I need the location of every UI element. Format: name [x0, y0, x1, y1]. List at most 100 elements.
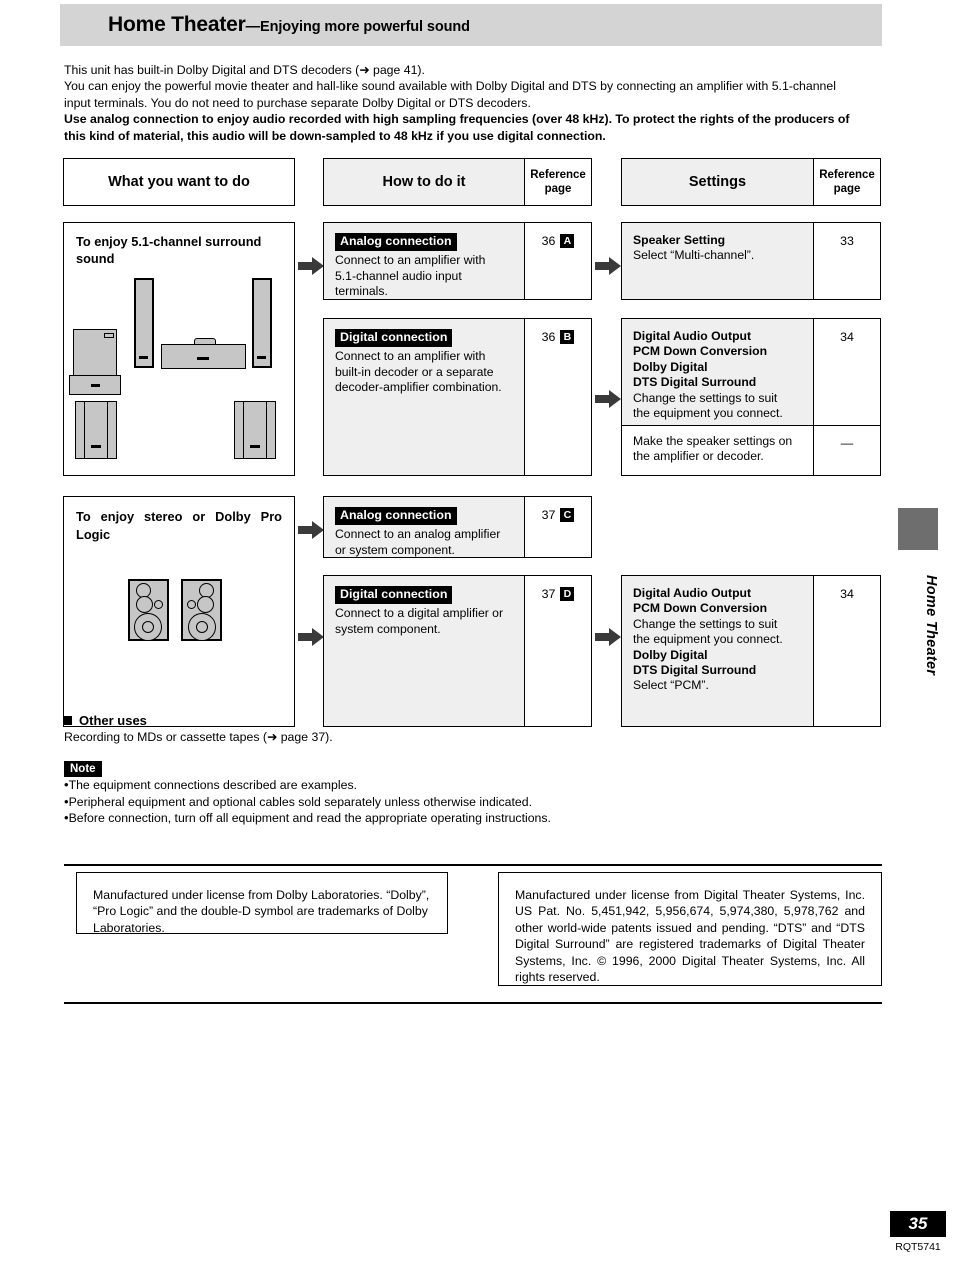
row2-setting-d-ref-page: 34 [840, 587, 854, 601]
dolby-license-box: Manufactured under license from Dolby La… [76, 872, 448, 935]
analog-connection-label-a: Analog connection [335, 233, 457, 252]
row1-setting-c-ref-cell: — [813, 425, 881, 476]
ref-badge-d: D [560, 587, 575, 601]
row2-setting-digital-cell: Digital Audio Output PCM Down Conversion… [621, 575, 814, 727]
pcm-down-conversion-title: PCM Down Conversion [633, 344, 768, 359]
dts-digital-surround-title: DTS Digital Surround [633, 375, 757, 390]
row2-setting-d-ref-cell: 34 [813, 575, 881, 727]
row1-how-digital-cell: Digital connection Connect to an amplifi… [323, 318, 525, 476]
row2-ref-d-page: 37 [541, 587, 556, 601]
sidebar-chapter-tab [898, 508, 938, 550]
row1-setting-digital-text: Digital Audio Output PCM Down Conversion… [633, 329, 783, 421]
dolby-digital-title: Dolby Digital [633, 359, 708, 374]
column-header-ref2-label: Reference page [819, 169, 875, 195]
column-header-settings-label: Settings [688, 174, 747, 190]
intro-line-2: You can enjoy the powerful movie theater… [64, 79, 836, 94]
row1-how-analog-text: Analog connection Connect to an amplifie… [335, 233, 486, 299]
analog-connection-label-c: Analog connection [335, 507, 457, 526]
ref-badge-b: B [560, 330, 575, 344]
row2-digital-audio-output-title: Digital Audio Output [633, 586, 752, 600]
row1-what-cell: To enjoy 5.1-channel surround sound [63, 222, 295, 476]
row2-how-analog-text: Analog connection Connect to an analog a… [335, 507, 501, 557]
row2-ref-c-cell: 37 C [524, 496, 592, 558]
digital-audio-output-title: Digital Audio Output [633, 329, 752, 343]
row1-setting-amp-text: Make the speaker settings on the amplifi… [633, 434, 793, 464]
flow-arrow-row1-b-settings [595, 390, 621, 408]
flow-arrow-row1-a-settings [595, 257, 621, 275]
flow-arrow-row1-a [298, 257, 324, 275]
dolby-license-text: Manufactured under license from Dolby La… [93, 888, 430, 935]
flow-arrow-row2-d-settings [595, 628, 621, 646]
row1-setting-a-ref-page: 33 [840, 234, 854, 248]
page-title: Home Theater—Enjoying more powerful soun… [108, 13, 470, 37]
row1-ref-b-page: 36 [541, 330, 556, 344]
note-badge: Note [64, 761, 102, 777]
digital-connection-label-d: Digital connection [335, 586, 453, 605]
row1-setting-speaker-text: Speaker Setting Select “Multi-channel”. [633, 233, 755, 263]
row1-setting-speaker-cell: Speaker Setting Select “Multi-channel”. [621, 222, 814, 300]
column-header-what-you-want-to-do: What you want to do [63, 158, 295, 206]
row1-setting-a-ref-cell: 33 [813, 222, 881, 300]
row2-dts-digital-surround-title: DTS Digital Surround [633, 663, 757, 678]
row1-how-digital-text: Digital connection Connect to an amplifi… [335, 329, 502, 395]
column-header-what-label: What you want to do [108, 174, 250, 190]
dts-license-text: Manufactured under license from Digital … [515, 888, 865, 985]
page-number-badge: 35 [890, 1211, 946, 1237]
row2-how-digital-cell: Digital connection Connect to a digital … [323, 575, 525, 727]
speaker-layout-diagram-5-1 [64, 223, 294, 475]
column-header-reference-page-2: Reference page [813, 158, 881, 206]
note-list: •The equipment connections described are… [64, 777, 551, 827]
row2-pcm-down-conversion-title: PCM Down Conversion [633, 601, 768, 616]
row1-ref-a-page: 36 [541, 234, 556, 248]
intro-line-1: This unit has built-in Dolby Digital and… [64, 63, 425, 77]
row2-what-cell: To enjoy stereo or Dolby Pro Logic [63, 496, 295, 727]
row2-ref-c-page: 37 [541, 508, 556, 522]
ref-badge-a: A [560, 234, 575, 248]
dts-license-box: Manufactured under license from Digital … [498, 872, 882, 986]
row1-setting-b-ref-page: 34 [840, 330, 854, 344]
row1-ref-b-cell: 36 B [524, 318, 592, 476]
digital-connection-label-b: Digital connection [335, 329, 453, 348]
speaker-setting-title: Speaker Setting [633, 233, 726, 247]
row2-how-analog-cell: Analog connection Connect to an analog a… [323, 496, 525, 558]
column-header-settings: Settings [621, 158, 814, 206]
square-bullet-icon [63, 716, 72, 725]
intro-paragraph: This unit has built-in Dolby Digital and… [64, 62, 886, 144]
sidebar-chapter-label: Home Theater [923, 574, 939, 676]
row2-how-digital-text: Digital connection Connect to a digital … [335, 586, 504, 636]
page-title-main: Home Theater [108, 13, 246, 36]
document-code: RQT5741 [895, 1241, 941, 1253]
column-header-reference-page-1: Reference page [524, 158, 592, 206]
row1-how-analog-cell: Analog connection Connect to an amplifie… [323, 222, 525, 300]
stereo-left-speaker-icon [128, 579, 169, 641]
other-uses-heading: Other uses [63, 713, 147, 728]
row1-ref-a-cell: 36 A [524, 222, 592, 300]
row1-setting-amp-cell: Make the speaker settings on the amplifi… [621, 425, 814, 476]
stereo-right-speaker-icon [181, 579, 222, 641]
row2-what-label: To enjoy stereo or Dolby Pro Logic [76, 509, 282, 542]
intro-bold-line-2: this kind of material, this audio will b… [64, 128, 606, 143]
intro-line-3: input terminals. You do not need to purc… [64, 95, 531, 110]
column-header-how-to-do-it: How to do it [323, 158, 525, 206]
row2-setting-digital-text: Digital Audio Output PCM Down Conversion… [633, 586, 783, 693]
other-uses-heading-label: Other uses [79, 713, 147, 728]
other-uses-text: Recording to MDs or cassette tapes (➜ pa… [64, 730, 333, 744]
flow-arrow-row2-d [298, 628, 324, 646]
intro-bold-line-1: Use analog connection to enjoy audio rec… [64, 112, 850, 127]
column-header-how-label: How to do it [382, 174, 466, 190]
row1-setting-b-ref-cell: 34 [813, 318, 881, 426]
column-header-ref1-label: Reference page [530, 169, 586, 195]
row2-dolby-digital-title: Dolby Digital [633, 647, 708, 662]
row1-setting-c-ref-page: — [840, 436, 854, 450]
ref-badge-c: C [560, 508, 575, 522]
divider-top [64, 864, 882, 866]
note-item: •The equipment connections described are… [64, 777, 358, 792]
row2-ref-d-cell: 37 D [524, 575, 592, 727]
page-header-band: Home Theater—Enjoying more powerful soun… [60, 4, 882, 46]
flow-arrow-row2-c [298, 521, 324, 539]
note-item: •Peripheral equipment and optional cable… [64, 793, 533, 809]
note-item: •Before connection, turn off all equipme… [64, 810, 551, 826]
divider-bottom [64, 1002, 882, 1004]
page-title-subtitle: —Enjoying more powerful sound [245, 19, 470, 35]
row1-setting-digital-cell: Digital Audio Output PCM Down Conversion… [621, 318, 814, 426]
